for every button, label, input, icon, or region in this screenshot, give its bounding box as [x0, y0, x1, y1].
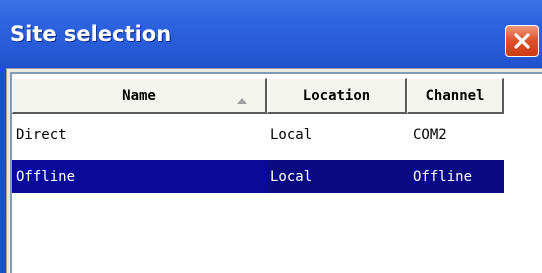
cell-name: Offline — [16, 169, 76, 185]
cell-location: Local — [270, 127, 313, 143]
column-header-label: Name — [122, 87, 156, 104]
site-list[interactable]: Name Location Channel Direct Local COM2 … — [10, 72, 542, 273]
column-header-location[interactable]: Location — [267, 78, 407, 114]
title-bar[interactable]: Site selection — [0, 0, 542, 66]
close-button[interactable] — [505, 25, 539, 57]
table-row[interactable]: Direct Local COM2 — [12, 118, 504, 151]
cell-channel: Offline — [413, 169, 473, 185]
cell-name: Direct — [16, 127, 67, 143]
window-title: Site selection — [10, 22, 172, 46]
column-header-name[interactable]: Name — [12, 78, 267, 114]
sort-ascending-icon — [237, 98, 247, 104]
column-header-channel[interactable]: Channel — [407, 78, 504, 114]
table-row-selected[interactable]: Offline Local Offline — [12, 160, 504, 193]
cell-channel: COM2 — [413, 127, 447, 143]
close-icon — [514, 33, 530, 49]
column-header-label: Location — [302, 87, 371, 104]
column-header-label: Channel — [425, 87, 485, 104]
list-header: Name Location Channel — [12, 78, 504, 114]
site-selection-window: Site selection Name Location Channel Dir… — [0, 0, 542, 273]
cell-location: Local — [270, 169, 313, 185]
